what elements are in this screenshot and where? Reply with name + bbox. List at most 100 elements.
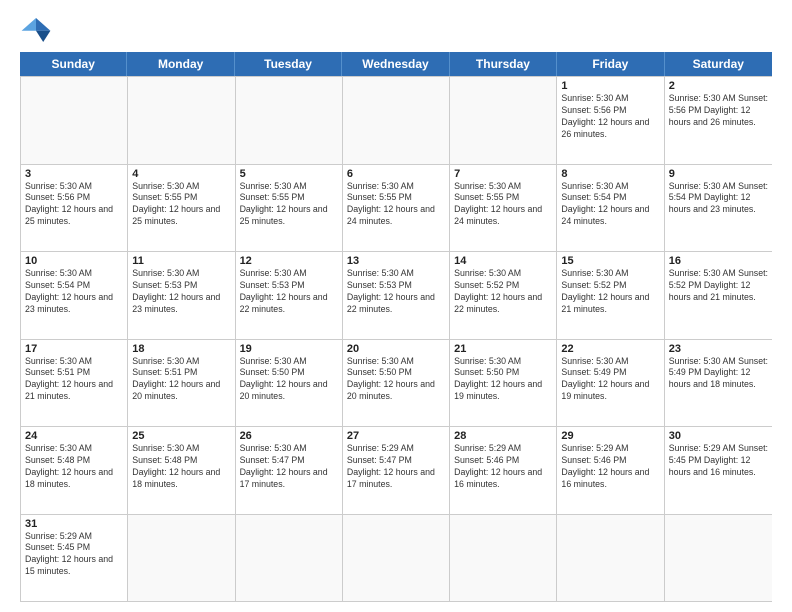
header-cell-monday: Monday xyxy=(127,52,234,76)
logo xyxy=(20,16,56,44)
calendar-cell xyxy=(236,515,343,602)
cell-info: Sunrise: 5:30 AM Sunset: 5:56 PM Dayligh… xyxy=(561,93,659,141)
header xyxy=(20,16,772,44)
calendar-cell xyxy=(128,77,235,164)
cell-date: 15 xyxy=(561,255,659,267)
calendar-cell: 18Sunrise: 5:30 AM Sunset: 5:51 PM Dayli… xyxy=(128,340,235,427)
calendar-cell: 1Sunrise: 5:30 AM Sunset: 5:56 PM Daylig… xyxy=(557,77,664,164)
cell-date: 31 xyxy=(25,518,123,530)
calendar-cell: 12Sunrise: 5:30 AM Sunset: 5:53 PM Dayli… xyxy=(236,252,343,339)
cell-date: 30 xyxy=(669,430,768,442)
cell-date: 4 xyxy=(132,168,230,180)
cell-date: 9 xyxy=(669,168,768,180)
cell-info: Sunrise: 5:30 AM Sunset: 5:55 PM Dayligh… xyxy=(240,181,338,229)
cell-info: Sunrise: 5:30 AM Sunset: 5:47 PM Dayligh… xyxy=(240,443,338,491)
cell-date: 28 xyxy=(454,430,552,442)
cell-info: Sunrise: 5:29 AM Sunset: 5:47 PM Dayligh… xyxy=(347,443,445,491)
cell-info: Sunrise: 5:30 AM Sunset: 5:52 PM Dayligh… xyxy=(669,268,768,304)
cell-date: 18 xyxy=(132,343,230,355)
calendar-cell: 7Sunrise: 5:30 AM Sunset: 5:55 PM Daylig… xyxy=(450,165,557,252)
cell-info: Sunrise: 5:30 AM Sunset: 5:55 PM Dayligh… xyxy=(454,181,552,229)
calendar-row-5: 31Sunrise: 5:29 AM Sunset: 5:45 PM Dayli… xyxy=(21,514,772,602)
calendar-cell xyxy=(557,515,664,602)
cell-info: Sunrise: 5:29 AM Sunset: 5:45 PM Dayligh… xyxy=(669,443,768,479)
calendar-cell: 29Sunrise: 5:29 AM Sunset: 5:46 PM Dayli… xyxy=(557,427,664,514)
calendar-cell: 5Sunrise: 5:30 AM Sunset: 5:55 PM Daylig… xyxy=(236,165,343,252)
cell-date: 22 xyxy=(561,343,659,355)
cell-info: Sunrise: 5:30 AM Sunset: 5:53 PM Dayligh… xyxy=(240,268,338,316)
calendar-cell: 27Sunrise: 5:29 AM Sunset: 5:47 PM Dayli… xyxy=(343,427,450,514)
cell-info: Sunrise: 5:30 AM Sunset: 5:50 PM Dayligh… xyxy=(347,356,445,404)
calendar-cell xyxy=(128,515,235,602)
calendar-cell: 22Sunrise: 5:30 AM Sunset: 5:49 PM Dayli… xyxy=(557,340,664,427)
cell-info: Sunrise: 5:30 AM Sunset: 5:51 PM Dayligh… xyxy=(132,356,230,404)
calendar-cell: 25Sunrise: 5:30 AM Sunset: 5:48 PM Dayli… xyxy=(128,427,235,514)
cell-info: Sunrise: 5:30 AM Sunset: 5:48 PM Dayligh… xyxy=(25,443,123,491)
cell-info: Sunrise: 5:30 AM Sunset: 5:56 PM Dayligh… xyxy=(25,181,123,229)
cell-info: Sunrise: 5:30 AM Sunset: 5:49 PM Dayligh… xyxy=(669,356,768,392)
cell-date: 8 xyxy=(561,168,659,180)
cell-info: Sunrise: 5:30 AM Sunset: 5:52 PM Dayligh… xyxy=(454,268,552,316)
calendar-cell: 6Sunrise: 5:30 AM Sunset: 5:55 PM Daylig… xyxy=(343,165,450,252)
cell-info: Sunrise: 5:30 AM Sunset: 5:55 PM Dayligh… xyxy=(347,181,445,229)
calendar-cell: 26Sunrise: 5:30 AM Sunset: 5:47 PM Dayli… xyxy=(236,427,343,514)
calendar-cell: 28Sunrise: 5:29 AM Sunset: 5:46 PM Dayli… xyxy=(450,427,557,514)
cell-date: 5 xyxy=(240,168,338,180)
cell-info: Sunrise: 5:30 AM Sunset: 5:51 PM Dayligh… xyxy=(25,356,123,404)
cell-date: 26 xyxy=(240,430,338,442)
cell-date: 1 xyxy=(561,80,659,92)
calendar-row-2: 10Sunrise: 5:30 AM Sunset: 5:54 PM Dayli… xyxy=(21,251,772,339)
header-cell-thursday: Thursday xyxy=(450,52,557,76)
cell-date: 11 xyxy=(132,255,230,267)
cell-info: Sunrise: 5:30 AM Sunset: 5:53 PM Dayligh… xyxy=(347,268,445,316)
calendar-cell: 23Sunrise: 5:30 AM Sunset: 5:49 PM Dayli… xyxy=(665,340,772,427)
cell-info: Sunrise: 5:30 AM Sunset: 5:54 PM Dayligh… xyxy=(669,181,768,217)
calendar: SundayMondayTuesdayWednesdayThursdayFrid… xyxy=(20,52,772,602)
header-cell-saturday: Saturday xyxy=(665,52,772,76)
calendar-row-3: 17Sunrise: 5:30 AM Sunset: 5:51 PM Dayli… xyxy=(21,339,772,427)
calendar-body: 1Sunrise: 5:30 AM Sunset: 5:56 PM Daylig… xyxy=(20,76,772,602)
page: SundayMondayTuesdayWednesdayThursdayFrid… xyxy=(0,0,792,612)
calendar-cell: 21Sunrise: 5:30 AM Sunset: 5:50 PM Dayli… xyxy=(450,340,557,427)
cell-date: 10 xyxy=(25,255,123,267)
cell-date: 2 xyxy=(669,80,768,92)
cell-date: 17 xyxy=(25,343,123,355)
calendar-cell: 19Sunrise: 5:30 AM Sunset: 5:50 PM Dayli… xyxy=(236,340,343,427)
cell-info: Sunrise: 5:29 AM Sunset: 5:45 PM Dayligh… xyxy=(25,531,123,579)
cell-date: 27 xyxy=(347,430,445,442)
header-cell-friday: Friday xyxy=(557,52,664,76)
cell-date: 6 xyxy=(347,168,445,180)
cell-info: Sunrise: 5:30 AM Sunset: 5:50 PM Dayligh… xyxy=(454,356,552,404)
cell-date: 3 xyxy=(25,168,123,180)
calendar-cell: 4Sunrise: 5:30 AM Sunset: 5:55 PM Daylig… xyxy=(128,165,235,252)
calendar-cell: 11Sunrise: 5:30 AM Sunset: 5:53 PM Dayli… xyxy=(128,252,235,339)
cell-info: Sunrise: 5:30 AM Sunset: 5:54 PM Dayligh… xyxy=(561,181,659,229)
calendar-cell: 31Sunrise: 5:29 AM Sunset: 5:45 PM Dayli… xyxy=(21,515,128,602)
cell-info: Sunrise: 5:30 AM Sunset: 5:49 PM Dayligh… xyxy=(561,356,659,404)
calendar-cell: 24Sunrise: 5:30 AM Sunset: 5:48 PM Dayli… xyxy=(21,427,128,514)
calendar-cell: 14Sunrise: 5:30 AM Sunset: 5:52 PM Dayli… xyxy=(450,252,557,339)
calendar-cell xyxy=(665,515,772,602)
calendar-cell xyxy=(343,77,450,164)
cell-date: 24 xyxy=(25,430,123,442)
calendar-cell: 15Sunrise: 5:30 AM Sunset: 5:52 PM Dayli… xyxy=(557,252,664,339)
calendar-cell: 20Sunrise: 5:30 AM Sunset: 5:50 PM Dayli… xyxy=(343,340,450,427)
cell-date: 7 xyxy=(454,168,552,180)
calendar-cell: 8Sunrise: 5:30 AM Sunset: 5:54 PM Daylig… xyxy=(557,165,664,252)
cell-info: Sunrise: 5:30 AM Sunset: 5:54 PM Dayligh… xyxy=(25,268,123,316)
calendar-cell: 30Sunrise: 5:29 AM Sunset: 5:45 PM Dayli… xyxy=(665,427,772,514)
calendar-row-1: 3Sunrise: 5:30 AM Sunset: 5:56 PM Daylig… xyxy=(21,164,772,252)
cell-date: 14 xyxy=(454,255,552,267)
calendar-row-4: 24Sunrise: 5:30 AM Sunset: 5:48 PM Dayli… xyxy=(21,426,772,514)
header-cell-wednesday: Wednesday xyxy=(342,52,449,76)
header-cell-tuesday: Tuesday xyxy=(235,52,342,76)
calendar-cell: 9Sunrise: 5:30 AM Sunset: 5:54 PM Daylig… xyxy=(665,165,772,252)
calendar-cell: 3Sunrise: 5:30 AM Sunset: 5:56 PM Daylig… xyxy=(21,165,128,252)
cell-date: 12 xyxy=(240,255,338,267)
cell-date: 21 xyxy=(454,343,552,355)
calendar-cell: 13Sunrise: 5:30 AM Sunset: 5:53 PM Dayli… xyxy=(343,252,450,339)
calendar-row-0: 1Sunrise: 5:30 AM Sunset: 5:56 PM Daylig… xyxy=(21,76,772,164)
calendar-cell xyxy=(236,77,343,164)
calendar-cell: 10Sunrise: 5:30 AM Sunset: 5:54 PM Dayli… xyxy=(21,252,128,339)
cell-info: Sunrise: 5:29 AM Sunset: 5:46 PM Dayligh… xyxy=(561,443,659,491)
